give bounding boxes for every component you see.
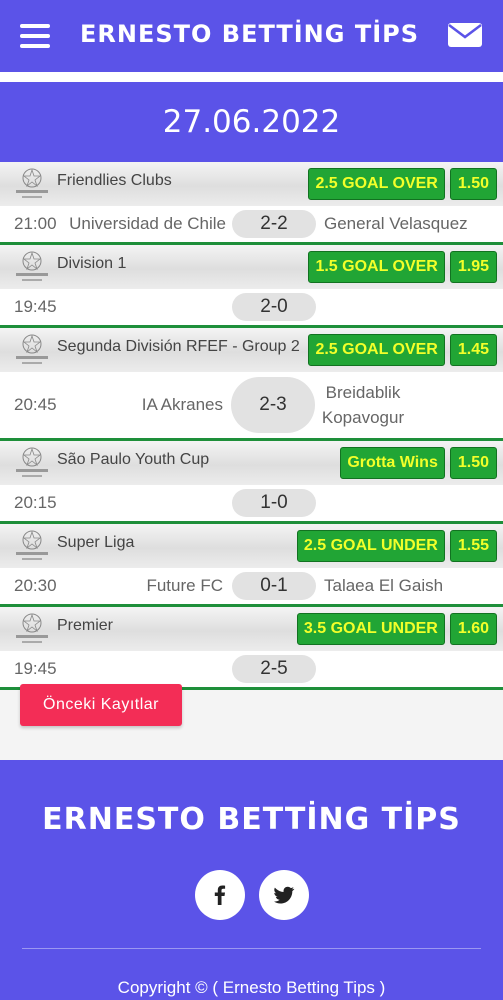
match-time: 19:45 [14, 659, 57, 678]
match-card: Premier 3.5 GOAL UNDER 1.60 19:45 2-5 [0, 607, 503, 690]
league-row: São Paulo Youth Cup Grotta Wins 1.50 [0, 441, 503, 485]
footer-brand: ERNESTO BETTİNG TİPS [42, 802, 461, 837]
odd-badge: 1.55 [449, 530, 497, 562]
top-app-bar: ERNESTO BETTİNG TİPS [0, 0, 503, 72]
match-card: São Paulo Youth Cup Grotta Wins 1.50 20:… [0, 441, 503, 524]
home-team: Universidad de Chile [69, 214, 226, 233]
league-name: Super Liga [57, 534, 135, 551]
away-team-line: Breidablik [325, 383, 401, 402]
match-card: Super Liga 2.5 GOAL UNDER 1.55 20:30 Fut… [0, 524, 503, 607]
score-pill: 2-5 [232, 655, 316, 683]
score-row: 20:15 1-0 [0, 485, 503, 521]
home-team: Future FC [146, 576, 223, 595]
tip-badge: 1.5 GOAL OVER [308, 251, 445, 283]
envelope-icon[interactable] [447, 22, 483, 48]
champions-league-logo [16, 530, 48, 560]
app-brand[interactable]: ERNESTO BETTİNG TİPS [80, 20, 419, 48]
twitter-icon [274, 886, 295, 904]
pagination-area: Önceki Kayıtlar [0, 684, 503, 760]
odd-badge: 1.60 [449, 613, 497, 645]
league-name: Premier [57, 617, 114, 634]
away-team: Breidablik Kopavogur [313, 380, 413, 430]
odd-badge: 1.50 [449, 168, 497, 200]
away-team: Talaea El Gaish [324, 576, 444, 595]
league-name: Segunda División RFEF - Group 2 [57, 338, 300, 355]
date-heading: 27.06.2022 [0, 82, 503, 162]
league-row: Division 1 1.5 GOAL OVER 1.95 [0, 245, 503, 289]
score-pill: 1-0 [232, 489, 316, 517]
tip-badge: 2.5 GOAL OVER [308, 168, 445, 200]
tip-badge: 2.5 GOAL UNDER [296, 530, 445, 562]
odd-badge: 1.50 [449, 447, 497, 479]
match-card: Segunda División RFEF - Group 2 2.5 GOAL… [0, 328, 503, 441]
score-row: 20:30 Future FC 0-1 Talaea El Gaish [0, 568, 503, 604]
home-team: IA Akranes [141, 395, 223, 414]
score-pill: 2-0 [232, 293, 316, 321]
odd-badge: 1.45 [449, 334, 497, 366]
odd-badge: 1.95 [449, 251, 497, 283]
tip-badge: Grotta Wins [340, 447, 445, 479]
league-name: Division 1 [57, 255, 127, 272]
score-row: 19:45 2-5 [0, 651, 503, 687]
tip-badge: 3.5 GOAL UNDER [296, 613, 445, 645]
league-row: Super Liga 2.5 GOAL UNDER 1.55 [0, 524, 503, 568]
score-pill: 2-2 [232, 210, 316, 238]
score-row: 20:45 IA Akranes 2-3 Breidablik Kopavogu… [0, 372, 503, 438]
match-card: Division 1 1.5 GOAL OVER 1.95 19:45 2-0 [0, 245, 503, 328]
league-name: Friendlies Clubs [57, 172, 172, 189]
match-time: 20:45 [14, 395, 57, 414]
champions-league-logo [16, 334, 48, 364]
champions-league-logo [16, 168, 48, 198]
hamburger-icon[interactable] [20, 24, 50, 48]
tip-badge: 2.5 GOAL OVER [308, 334, 445, 366]
champions-league-logo [16, 447, 48, 477]
away-team: General Velasquez [324, 214, 468, 233]
score-pill: 0-1 [232, 572, 316, 600]
score-pill: 2-3 [231, 377, 315, 433]
match-time: 20:30 [14, 576, 57, 595]
match-card: Friendlies Clubs 2.5 GOAL OVER 1.50 21:0… [0, 162, 503, 245]
facebook-icon [214, 885, 226, 905]
match-list: Friendlies Clubs 2.5 GOAL OVER 1.50 21:0… [0, 162, 503, 690]
twitter-button[interactable] [259, 870, 309, 920]
away-team-line: Kopavogur [321, 408, 405, 427]
league-row: Premier 3.5 GOAL UNDER 1.60 [0, 607, 503, 651]
league-row: Friendlies Clubs 2.5 GOAL OVER 1.50 [0, 162, 503, 206]
footer-divider [22, 948, 481, 949]
league-name: São Paulo Youth Cup [57, 451, 210, 468]
score-row: 21:00 Universidad de Chile 2-2 General V… [0, 206, 503, 242]
score-row: 19:45 2-0 [0, 289, 503, 325]
match-time: 19:45 [14, 297, 57, 316]
copyright-text: Copyright © ( Ernesto Betting Tips ) [117, 978, 386, 997]
match-time: 20:15 [14, 493, 57, 512]
match-time: 21:00 [14, 214, 57, 233]
league-row: Segunda División RFEF - Group 2 2.5 GOAL… [0, 328, 503, 372]
facebook-button[interactable] [195, 870, 245, 920]
footer: ERNESTO BETTİNG TİPS Copyright © ( Ernes… [0, 760, 503, 1000]
previous-records-button[interactable]: Önceki Kayıtlar [20, 684, 182, 726]
champions-league-logo [16, 251, 48, 281]
champions-league-logo [16, 613, 48, 643]
